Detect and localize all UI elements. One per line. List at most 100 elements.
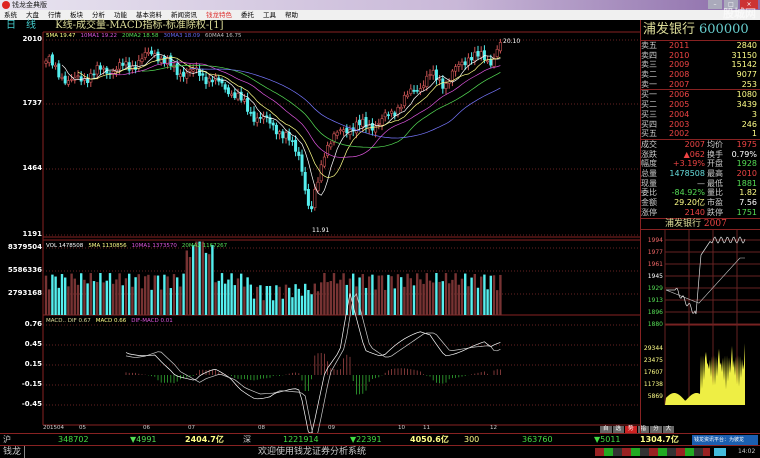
stat-value: 1478508 — [669, 168, 705, 178]
order-row: 买一 2006 1080 — [641, 90, 760, 100]
mini-price-label: 1945 — [648, 273, 663, 280]
stat-value: +3.19% — [672, 159, 705, 169]
candle — [198, 69, 202, 76]
candle — [185, 72, 189, 79]
legend-item: MACD.. DIF 0.67 — [46, 318, 91, 324]
volume-bar — [291, 297, 294, 315]
volume-bar — [332, 273, 336, 315]
stat-value: ▲062 — [683, 149, 705, 159]
index-status-bar: 沪 348702 ▼4991 2404.7亿 深 1221914 ▼22391 … — [0, 433, 760, 446]
order-label: 卖五 — [641, 41, 657, 50]
high-price-label: 20.10 — [503, 38, 521, 45]
volume-bar — [457, 284, 460, 315]
volume-bar — [272, 300, 275, 315]
candle — [457, 64, 461, 67]
volume-bar — [243, 286, 246, 315]
volume-bar — [467, 286, 470, 315]
volume-bar — [195, 241, 198, 315]
news-notice[interactable]: 钱龙资讯平台：为彼龙 — [692, 435, 758, 445]
view-tab[interactable]: 选 — [612, 426, 625, 433]
candle — [92, 73, 96, 76]
candle — [322, 156, 326, 167]
volume-bar — [275, 285, 278, 315]
candle — [284, 132, 288, 139]
monitor-icon[interactable] — [714, 448, 726, 456]
volume-bar — [64, 277, 67, 315]
sz-change: ▼22391 — [350, 435, 382, 444]
candle — [354, 121, 358, 134]
candle — [57, 63, 61, 78]
candle — [278, 131, 282, 135]
legend-item: 20MA2 1167267 — [181, 243, 228, 249]
legend-item: 30MA3 18.09 — [163, 33, 201, 39]
volume-bar — [380, 275, 384, 315]
candle — [431, 70, 435, 76]
volume-bar — [188, 257, 192, 315]
volume-bar — [198, 241, 201, 315]
mini-volume-label: 5869 — [648, 393, 663, 400]
i300-label: 300 — [464, 435, 480, 444]
candle — [274, 124, 278, 135]
candle — [98, 65, 102, 70]
candle — [335, 131, 339, 136]
volume-bar — [80, 273, 83, 315]
candle — [236, 93, 240, 100]
stat-value: — — [697, 178, 705, 188]
order-price: 2007 — [669, 79, 690, 89]
date-label: 06 — [143, 425, 150, 431]
volume-bar — [121, 285, 124, 315]
volume-bar — [294, 284, 297, 315]
candle — [162, 56, 166, 64]
candle — [230, 93, 234, 96]
order-label: 卖一 — [641, 79, 657, 89]
low-price-label: 11.91 — [312, 227, 330, 234]
volume-bar — [182, 273, 185, 315]
volume-bar — [169, 288, 172, 315]
candle — [258, 117, 262, 119]
volume-bar — [483, 274, 486, 315]
stat-row: 总量 1478508 最高 2010 — [641, 169, 760, 179]
price-axis-label: 1737 — [22, 99, 42, 107]
volume-bar — [112, 283, 115, 315]
volume-bar — [73, 278, 76, 315]
intraday-chart[interactable]: 1994 1977 1961 1945 1929 1913 1896 1880 29344 234… — [641, 230, 760, 430]
view-tab[interactable]: 势 — [625, 426, 637, 433]
legend-item: 60MA4 16.75 — [205, 33, 242, 39]
volume-bar — [339, 279, 342, 315]
volume-bar — [217, 280, 220, 315]
order-label: 买四 — [641, 119, 657, 129]
kline-chart[interactable] — [0, 0, 640, 433]
view-tab[interactable]: 自 — [600, 426, 612, 433]
volume-bar — [419, 279, 422, 315]
volume-bar — [102, 282, 105, 315]
volume-bar — [425, 273, 428, 315]
volume-bar — [57, 287, 60, 315]
minimize-button[interactable]: – — [708, 0, 722, 9]
volume-bar — [480, 276, 483, 315]
volume-bar — [140, 288, 144, 315]
stat-label: 最高 — [707, 168, 723, 178]
date-label: 201504 — [43, 425, 64, 431]
volume-bar — [108, 273, 112, 315]
stat-label: 涨跌 — [641, 149, 657, 159]
sz-amount: 4050.6亿 — [410, 435, 449, 444]
candle — [121, 62, 125, 66]
volume-bar — [208, 254, 211, 315]
volume-bar — [256, 286, 259, 315]
bid-list: 买一 2006 1080 买二 2005 3439 买三 2004 3 买四 2003 246 买五 20… — [641, 89, 760, 138]
mini-price-label: 1880 — [648, 321, 663, 328]
candle — [95, 65, 99, 75]
volume-bar — [281, 298, 284, 315]
volume-bar — [76, 284, 80, 315]
candle — [124, 61, 128, 66]
volume-bar — [144, 276, 147, 315]
volume-bar — [147, 274, 150, 315]
volume-bar — [128, 273, 131, 315]
stat-label: 市盈 — [707, 198, 723, 207]
mini-volume-label: 17607 — [644, 369, 663, 376]
order-row: 卖四 2010 31150 — [641, 51, 760, 61]
volume-bar — [313, 283, 316, 315]
stat-value: 7.56 — [739, 198, 757, 207]
volume-bar — [268, 285, 272, 315]
volume-bar — [400, 277, 403, 315]
